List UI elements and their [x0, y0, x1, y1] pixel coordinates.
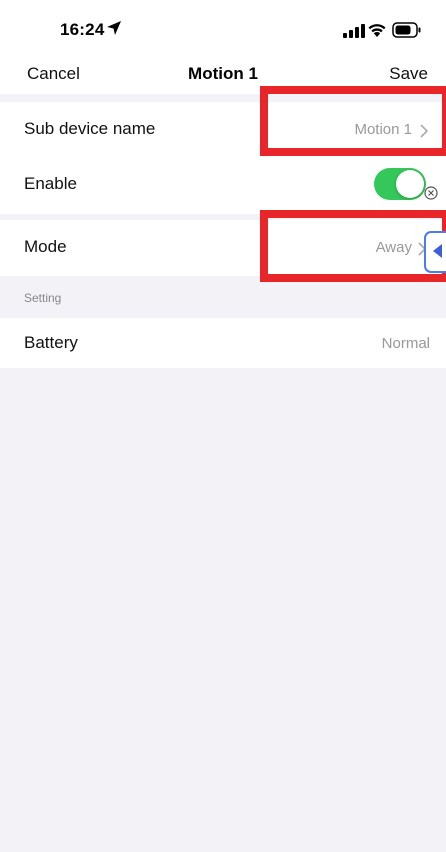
status-bar: 16:24 [0, 0, 446, 54]
location-arrow-icon [107, 21, 121, 35]
toggle-knob [396, 170, 424, 198]
floating-assist-button[interactable] [424, 231, 446, 273]
enable-label: Enable [24, 174, 77, 193]
sub-device-name-label: Sub device name [24, 119, 156, 138]
enable-toggle[interactable] [374, 168, 426, 200]
battery-label: Battery [24, 333, 78, 352]
navigation-bar: Cancel Motion 1 Save [0, 54, 446, 94]
battery-row: Battery Normal [0, 318, 446, 368]
save-button[interactable]: Save [389, 64, 428, 84]
close-circle-icon[interactable] [424, 186, 438, 200]
play-triangle-icon [433, 244, 442, 258]
battery-icon [392, 22, 421, 38]
wifi-icon [368, 24, 386, 37]
sub-device-name-value: Motion 1 [354, 121, 412, 138]
mode-value: Away [375, 239, 412, 256]
cellular-signal-icon [343, 24, 365, 38]
battery-value: Normal [381, 335, 430, 352]
mode-label: Mode [24, 237, 67, 256]
sub-device-name-row[interactable]: Sub device name Motion 1 [0, 102, 446, 158]
screen: 16:24 Cancel Motion 1 Save Sub device na… [0, 0, 446, 852]
chevron-right-icon [420, 124, 429, 138]
status-time: 16:24 [60, 20, 105, 39]
cancel-button[interactable]: Cancel [27, 64, 80, 84]
setting-section-header: Setting [24, 291, 62, 305]
mode-row[interactable]: Mode Away [0, 220, 446, 276]
